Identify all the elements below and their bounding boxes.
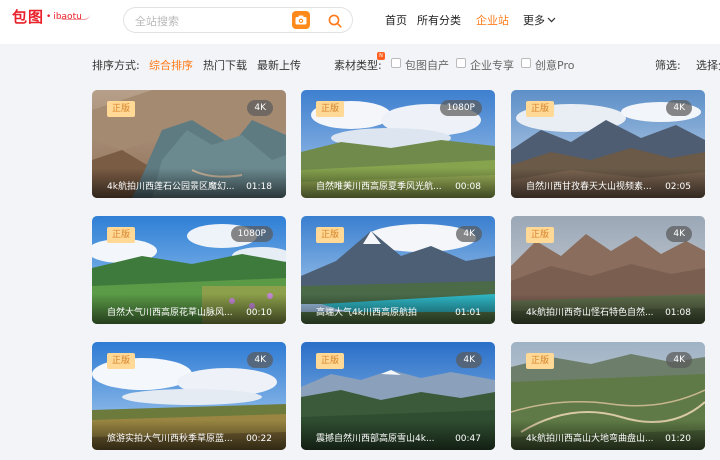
sort-option-newest[interactable]: 最新上传 bbox=[257, 57, 301, 73]
card-title: 高端大气4k川西高原航拍 bbox=[316, 308, 417, 318]
video-card[interactable]: 正版 1080P 自然大气川西高原花草山脉风... 00:10 bbox=[92, 216, 286, 324]
sort-label: 排序方式: bbox=[92, 59, 140, 72]
genuine-badge: 正版 bbox=[316, 227, 344, 243]
genuine-badge: 正版 bbox=[107, 227, 135, 243]
genuine-badge: 正版 bbox=[526, 101, 554, 117]
genuine-badge: 正版 bbox=[107, 101, 135, 117]
genuine-badge: 正版 bbox=[316, 353, 344, 369]
logo-dot: • bbox=[46, 11, 52, 22]
resolution-tag: 1080P bbox=[230, 226, 273, 242]
genuine-badge: 正版 bbox=[526, 353, 554, 369]
logo-swoosh bbox=[58, 14, 90, 20]
card-duration: 02:05 bbox=[665, 182, 691, 192]
type-label: 素材类型: bbox=[334, 59, 382, 72]
nav-home[interactable]: 首页 bbox=[385, 12, 407, 28]
type-option-creative[interactable]: 创意Pro bbox=[535, 57, 574, 73]
card-duration: 00:08 bbox=[455, 182, 481, 192]
card-title: 自然川西甘孜春天大山视频素... bbox=[526, 182, 652, 192]
nav-categories[interactable]: 所有分类 bbox=[417, 12, 461, 28]
nav-enterprise[interactable]: 企业站 bbox=[476, 12, 509, 28]
video-card[interactable]: 正版 4K 震撼自然川西部高原雪山4k... 00:47 bbox=[301, 342, 495, 450]
sort-option-popular[interactable]: 热门下载 bbox=[203, 57, 247, 73]
genuine-badge: 正版 bbox=[107, 353, 135, 369]
video-card[interactable]: 正版 4K 4k航拍川西奇山怪石特色自然... 01:08 bbox=[511, 216, 705, 324]
search-box bbox=[123, 7, 353, 33]
sort-option-comprehensive[interactable]: 综合排序 bbox=[149, 57, 193, 73]
genuine-badge: 正版 bbox=[526, 227, 554, 243]
card-title: 自然大气川西高原花草山脉风... bbox=[107, 308, 233, 318]
genuine-badge: 正版 bbox=[316, 101, 344, 117]
type-checkbox-baotu[interactable] bbox=[391, 58, 401, 68]
card-duration: 00:10 bbox=[246, 308, 272, 318]
resolution-tag: 4K bbox=[666, 352, 692, 368]
card-title: 4k航拍川西高山大地弯曲盘山... bbox=[526, 434, 654, 444]
nav-more-label: 更多 bbox=[523, 14, 545, 27]
card-duration: 00:22 bbox=[246, 434, 272, 444]
resolution-tag: 4K bbox=[456, 352, 482, 368]
top-header: 包图 • ibaotu 首页 所有分类 企业站 更多 bbox=[0, 0, 720, 44]
card-title: 4k航拍川西莲石公园景区魔幻... bbox=[107, 182, 235, 192]
search-icon bbox=[328, 14, 342, 28]
card-title: 自然唯美川西高原夏季风光航... bbox=[316, 182, 442, 192]
resolution-tag: 4K bbox=[247, 100, 273, 116]
type-checkbox-creative[interactable] bbox=[521, 58, 531, 68]
video-card[interactable]: 正版 1080P 自然唯美川西高原夏季风光航... 00:08 bbox=[301, 90, 495, 198]
card-duration: 01:18 bbox=[246, 182, 272, 192]
resolution-tag: 4K bbox=[456, 226, 482, 242]
chevron-down-icon bbox=[547, 17, 556, 23]
card-title: 旅游实拍大气川西秋季草原蓝... bbox=[107, 434, 233, 444]
filter-label: 筛选: bbox=[655, 59, 681, 72]
resolution-tag: 4K bbox=[666, 100, 692, 116]
card-title: 震撼自然川西部高原雪山4k... bbox=[316, 434, 435, 444]
camera-search-button[interactable] bbox=[292, 11, 310, 29]
card-duration: 01:08 bbox=[665, 308, 691, 318]
card-duration: 01:20 bbox=[665, 434, 691, 444]
resolution-tag: 1080P bbox=[439, 100, 482, 116]
resolution-tag: 4K bbox=[666, 226, 692, 242]
type-option-baotu[interactable]: 包图自产 bbox=[405, 57, 449, 73]
video-card[interactable]: 正版 4K 自然川西甘孜春天大山视频素... 02:05 bbox=[511, 90, 705, 198]
nav-more[interactable]: 更多 bbox=[523, 12, 556, 28]
video-card[interactable]: 正版 4K 4k航拍川西高山大地弯曲盘山... 01:20 bbox=[511, 342, 705, 450]
video-card[interactable]: 正版 4K 高端大气4k川西高原航拍 01:01 bbox=[301, 216, 495, 324]
filter-dropdown[interactable]: 选择分 bbox=[696, 57, 720, 73]
video-card[interactable]: 正版 4K 4k航拍川西莲石公园景区魔幻... 01:18 bbox=[92, 90, 286, 198]
type-option-enterprise[interactable]: 企业专享 bbox=[470, 57, 514, 73]
video-card[interactable]: 正版 4K 旅游实拍大气川西秋季草原蓝... 00:22 bbox=[92, 342, 286, 450]
type-checkbox-enterprise[interactable] bbox=[456, 58, 466, 68]
card-title: 4k航拍川西奇山怪石特色自然... bbox=[526, 308, 654, 318]
resolution-tag: 4K bbox=[247, 352, 273, 368]
filter-bar: 排序方式: 综合排序 热门下载 最新上传 N 素材类型: 包图自产 企业专享 创… bbox=[78, 44, 720, 82]
card-duration: 01:01 bbox=[455, 308, 481, 318]
logo-main-text: 包图 bbox=[12, 8, 45, 26]
search-input[interactable] bbox=[135, 12, 285, 30]
camera-icon bbox=[295, 15, 307, 25]
card-duration: 00:47 bbox=[455, 434, 481, 444]
search-button[interactable] bbox=[325, 11, 345, 31]
